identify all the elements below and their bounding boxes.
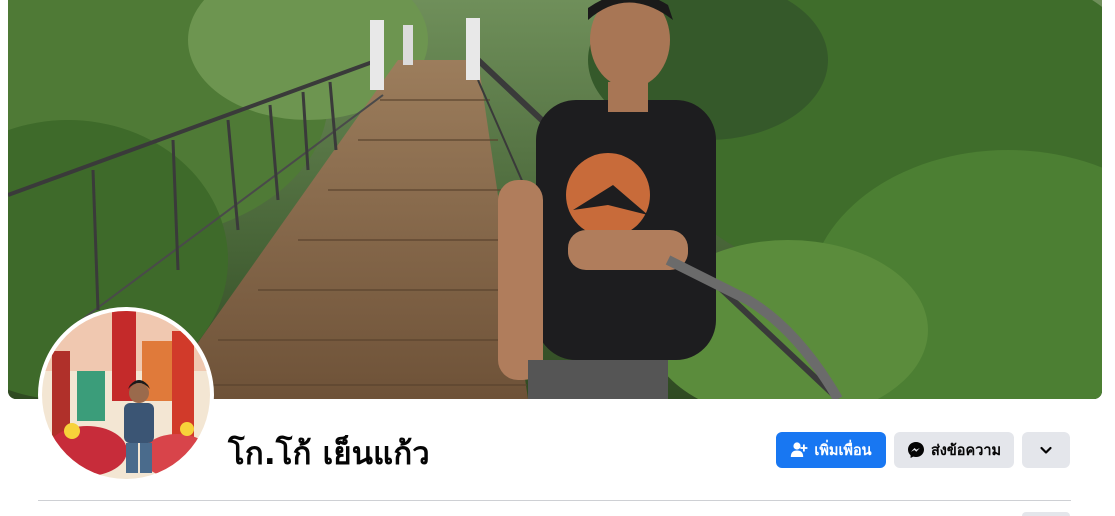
- tab-more-button-edge[interactable]: [1022, 512, 1070, 516]
- chevron-down-icon: [1039, 443, 1053, 457]
- add-friend-label: เพิ่มเพื่อน: [814, 442, 872, 459]
- profile-page: โก.โก้ เย็นแก้ว เพิ่มเพื่อน ส่งข้อความ: [0, 0, 1115, 516]
- send-message-button[interactable]: ส่งข้อความ: [894, 432, 1014, 468]
- more-options-button[interactable]: [1022, 432, 1070, 468]
- add-friend-button[interactable]: เพิ่มเพื่อน: [776, 432, 886, 468]
- header-divider: [38, 500, 1071, 501]
- add-person-icon: [790, 441, 808, 459]
- profile-name: โก.โก้ เย็นแก้ว: [228, 436, 430, 472]
- messenger-icon: [907, 441, 925, 459]
- profile-avatar[interactable]: [38, 307, 214, 483]
- send-message-label: ส่งข้อความ: [930, 442, 1002, 459]
